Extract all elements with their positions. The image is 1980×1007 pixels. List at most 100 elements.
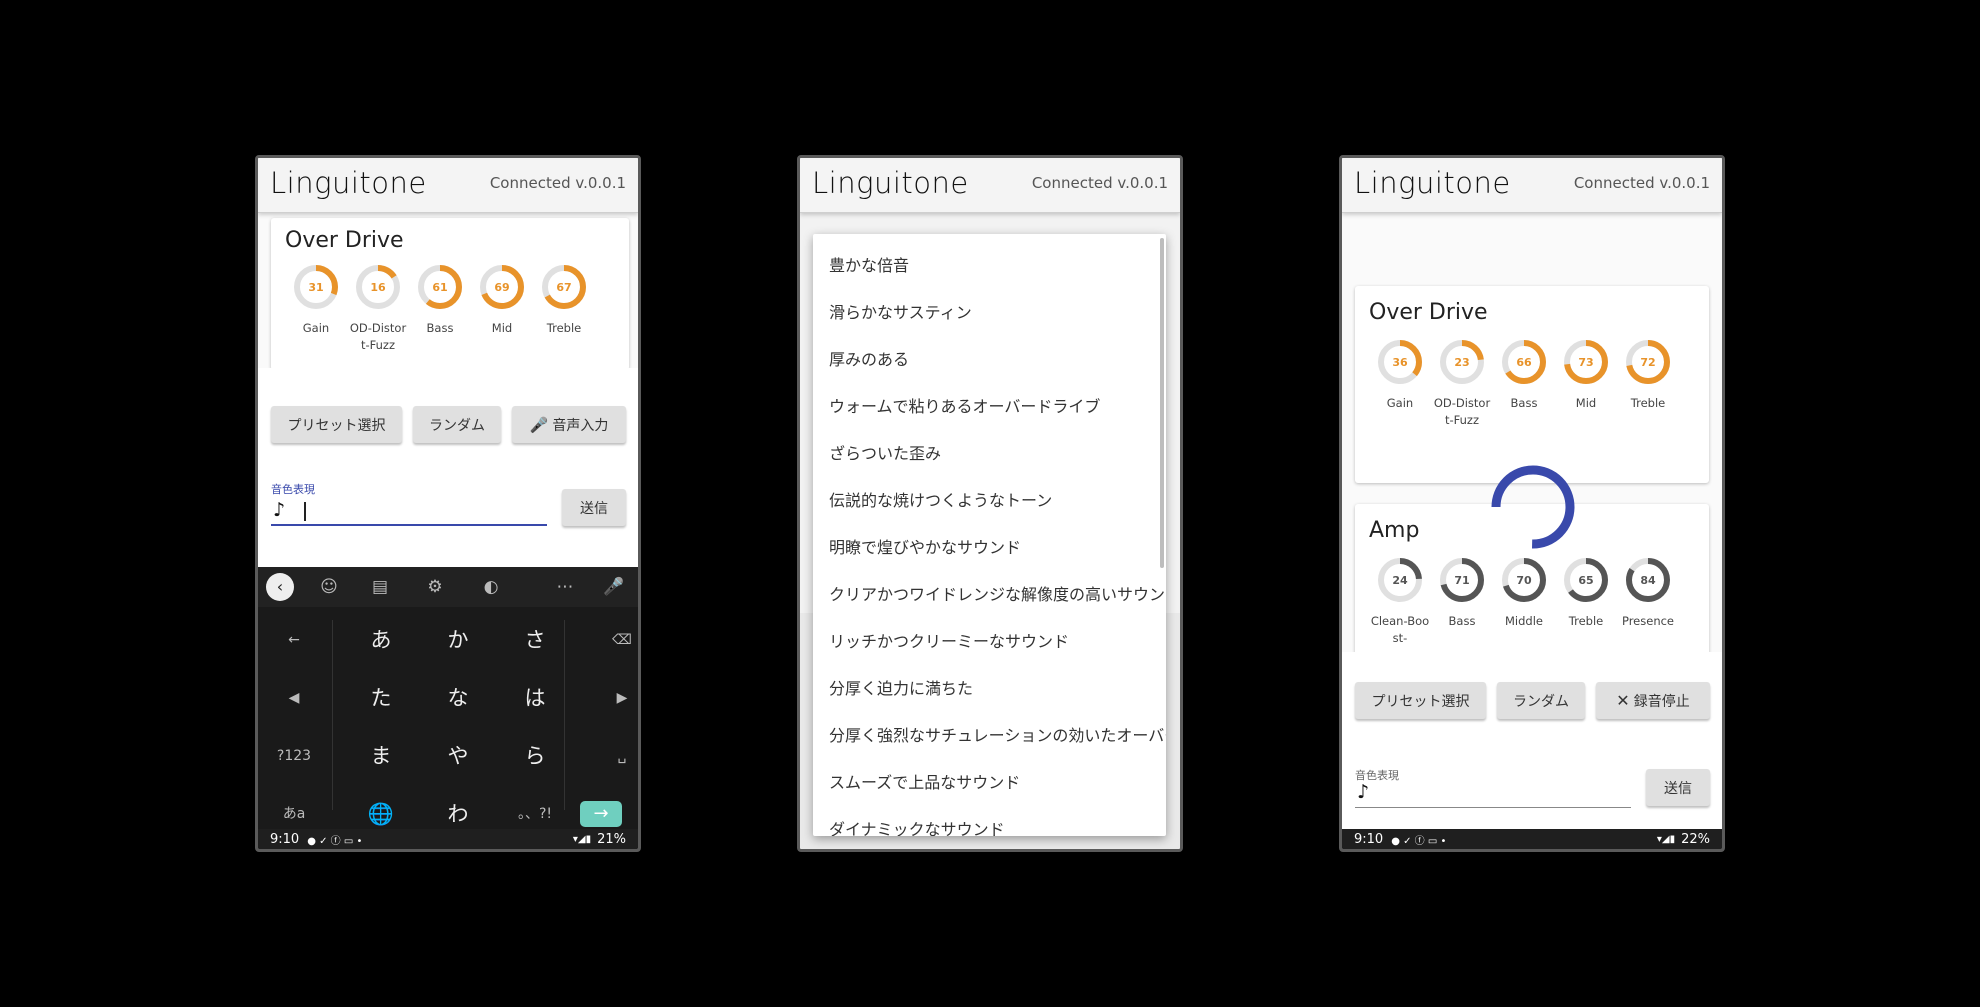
preset-list-item[interactable]: 分厚く迫力に満ちた [829,675,973,699]
notification-icons: ● ✓ ⓕ ▭ • [1391,835,1447,847]
knob-value: 84 [1640,574,1656,587]
random-button[interactable]: ランダム [1497,682,1585,719]
preset-select-button[interactable]: プリセット選択 [271,406,402,443]
knob: 23 OD-Distort-Fuzz [1434,337,1490,429]
send-button[interactable]: 送信 [562,489,626,526]
keyboard-key[interactable]: は [505,678,565,718]
knob-value: 73 [1578,356,1593,369]
keyboard-key[interactable]: ◀ [264,678,324,718]
keyboard-key[interactable]: ⌫ [592,620,638,660]
keyboard-key[interactable]: あa [264,794,324,834]
battery-level: 22% [1681,831,1710,847]
knob-dial: 36 [1378,340,1422,384]
tone-input-underline [271,524,547,526]
signal-icon: ▾◢▮ [572,833,592,845]
random-label: ランダム [429,417,485,434]
preset-list-item[interactable]: ウォームで粘りあるオーバードライブ [829,393,1100,417]
preset-list-item[interactable]: 厚みのある [829,346,909,370]
knob-dial: 69 [480,265,524,309]
keyboard-key[interactable]: か [428,620,488,660]
knob-label: Bass [1510,396,1538,410]
keyboard-key[interactable]: ら [505,736,565,776]
random-button[interactable]: ランダム [413,406,501,443]
scrollbar[interactable] [1160,238,1164,568]
controls-panel: プリセット選択 ランダム ✕ 録音停止 音色表現 ♪ 送信 [1342,652,1722,842]
preset-list-item[interactable]: スムーズで上品なサウンド [829,769,1020,793]
knob-label: Gain [302,321,330,335]
music-note-icon: ♪ [273,499,286,521]
preset-list-item[interactable]: 滑らかなサスティン [829,299,972,323]
knob: 36 Gain [1375,337,1425,429]
stop-recording-button[interactable]: ✕ 録音停止 [1596,682,1710,719]
knob-label: Treble [1630,396,1666,410]
preset-select-button[interactable]: プリセット選択 [1355,682,1486,719]
keyboard-back-icon[interactable]: ‹ [266,573,294,601]
preset-list-item[interactable]: ざらついた歪み [829,440,941,464]
keyboard-mic-icon[interactable]: 🎤 [602,575,626,599]
keyboard-key[interactable]: あ [351,620,411,660]
knob-value: 24 [1392,574,1408,587]
preset-list-item[interactable]: 豊かな倍音 [829,252,909,276]
knob: 67 Treble [539,262,589,354]
knob: 24 Clean-Boost- [1371,555,1429,647]
preset-list-item[interactable]: クリアかつワイドレンジな解像度の高いサウンド [829,581,1166,605]
keyboard-key[interactable]: 。、?! [505,794,565,834]
voice-input-label: 音声入力 [552,417,609,434]
tone-input [1355,807,1631,808]
connection-status: Connected v.0.0.1 [1031,174,1168,192]
voice-input-button[interactable]: 🎤 音声入力 [512,406,626,443]
phone-screen-keyboard: Linguitone Connected v.0.0.1 Over Drive … [255,155,641,852]
keyboard-key[interactable]: ▶ [592,678,638,718]
more-icon[interactable]: ⋯ [553,575,577,599]
knob-value: 67 [556,281,571,294]
app-logo: Linguitone [270,166,427,200]
loading-spinner [1491,465,1575,549]
knob: 84 Presence [1622,555,1674,647]
keyboard-key[interactable]: な [428,678,488,718]
battery-level: 21% [597,831,626,847]
knob: 61 Bass [415,262,465,354]
knob-dial: 70 [1502,558,1546,602]
knob-value: 72 [1640,356,1655,369]
app-bar: Linguitone Connected v.0.0.1 [258,158,638,213]
keyboard-key[interactable]: ␣ [592,736,638,776]
settings-gear-icon[interactable]: ⚙ [423,575,447,599]
keyboard-key[interactable]: ?123 [264,736,324,776]
knob-dial: 72 [1626,340,1670,384]
knob-row: 31 Gain 16 OD-Distort-Fuzz 61 Bass 69 Mid 67 Treb… [291,262,589,354]
music-note-icon: ♪ [1357,781,1370,803]
preset-list-item[interactable]: リッチかつクリーミーなサウンド [829,628,1069,652]
knob-dial: 61 [418,265,462,309]
card-title: Amp [1369,518,1420,543]
keyboard-toolbar: ‹ ☺ ▤ ⚙ ◐ ⋯ 🎤 [258,567,638,607]
keyboard-key[interactable]: ま [351,736,411,776]
enter-key[interactable]: → [580,801,622,827]
system-status-bar: 9:10 ● ✓ ⓕ ▭ • ▾◢▮ 21% [258,829,638,849]
keyboard-key[interactable]: わ [428,794,488,834]
keyboard-key[interactable]: さ [505,620,565,660]
tone-input[interactable] [304,502,306,521]
preset-list-item[interactable]: 伝説的な焼けつくようなトーン [829,487,1052,511]
preset-list-item[interactable]: ダイナミックなサウンド [829,816,1005,836]
knob: 70 Middle [1499,555,1549,647]
knob: 16 OD-Distort-Fuzz [350,262,406,354]
preset-list-item[interactable]: 明瞭で煌びやかなサウンド [829,534,1021,558]
random-label: ランダム [1513,693,1569,710]
preset-list-item[interactable]: 分厚く強烈なサチュレーションの効いたオーバードライブ [829,722,1166,746]
knob: 66 Bass [1499,337,1549,429]
knob: 31 Gain [291,262,341,354]
sticker-icon[interactable]: ☺ [317,575,341,599]
keyboard-key[interactable]: ← [264,620,324,660]
keyboard-key[interactable]: 🌐 [351,794,411,834]
clipboard-icon[interactable]: ▤ [368,575,392,599]
keyboard-key[interactable]: た [351,678,411,718]
knob-label: Gain [1386,396,1414,410]
keyboard-key[interactable]: や [428,736,488,776]
knob-dial: 66 [1502,340,1546,384]
knob-row: 24 Clean-Boost- 71 Bass 70 Middle 65 Treble 84 Pr… [1371,555,1674,647]
palette-icon[interactable]: ◐ [479,575,503,599]
send-button[interactable]: 送信 [1646,769,1710,806]
connection-status: Connected v.0.0.1 [489,174,626,192]
phone-screen-recording: Linguitone Connected v.0.0.1 Over Drive … [1339,155,1725,852]
knob-value: 69 [494,281,509,294]
